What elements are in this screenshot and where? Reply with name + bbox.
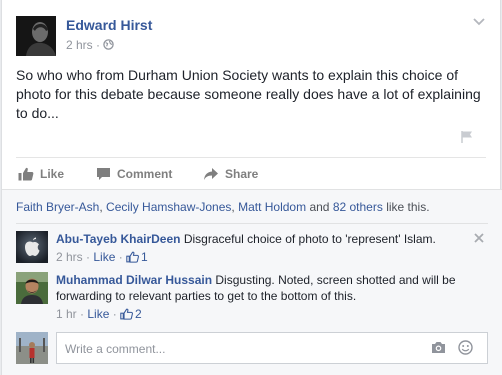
thumbs-up-icon — [18, 167, 34, 181]
comment-composer: Write a comment... — [16, 332, 488, 366]
author-name[interactable]: Edward Hirst — [66, 17, 152, 33]
likes-suffix: like this. — [382, 200, 430, 214]
comment-label: Comment — [117, 167, 173, 181]
viewer-avatar[interactable] — [16, 332, 48, 364]
post-meta: 2 hrs · — [66, 38, 115, 52]
share-button[interactable]: Share — [203, 166, 258, 182]
thumbs-up-icon — [126, 251, 139, 263]
speech-bubble-icon — [97, 168, 110, 180]
camera-icon[interactable] — [431, 341, 446, 354]
emoji-icon[interactable] — [458, 340, 473, 355]
liker-name[interactable]: Cecily Hamshaw-Jones — [106, 200, 231, 214]
comment-body: Abu-Tayeb KhairDeen Disgraceful choice o… — [56, 231, 476, 265]
chevron-down-icon[interactable] — [472, 16, 486, 28]
meta-separator: · — [96, 38, 101, 52]
comment-like-count[interactable]: 2 — [135, 306, 142, 322]
post-time[interactable]: 2 hrs — [66, 38, 93, 52]
thumbs-up-icon — [120, 308, 133, 320]
divider — [16, 223, 488, 224]
likes-summary: Faith Bryer-Ash, Cecily Hamshaw-Jones, M… — [16, 200, 430, 214]
commenter-avatar[interactable] — [16, 231, 48, 263]
comment-meta: 1 hr · Like · 2 — [56, 306, 142, 322]
comment-meta: 2 hrs · Like · 1 — [56, 249, 148, 265]
comment-like-link[interactable]: Like — [93, 249, 115, 265]
comment-time[interactable]: 1 hr — [56, 306, 77, 322]
share-label: Share — [225, 167, 259, 181]
post-text: So who who from Durham Union Society wan… — [16, 67, 481, 121]
commenter-avatar[interactable] — [16, 272, 48, 304]
likes-and: and — [306, 200, 333, 214]
liker-name[interactable]: Matt Holdom — [238, 200, 306, 214]
likes-others-link[interactable]: 82 others — [333, 200, 383, 214]
comment-like-link[interactable]: Like — [87, 306, 109, 322]
share-arrow-icon — [204, 168, 218, 180]
audience-globe-icon[interactable] — [103, 39, 115, 50]
post-card: Edward Hirst 2 hrs · So who who from Dur… — [1, 0, 502, 375]
liker-name[interactable]: Faith Bryer-Ash — [16, 200, 99, 214]
comment-time[interactable]: 2 hrs — [56, 249, 83, 265]
comment-body: Muhammad Dilwar Hussain Disgusting. Note… — [56, 272, 476, 322]
like-button[interactable]: Like — [18, 166, 64, 182]
commenter-name[interactable]: Muhammad Dilwar Hussain — [56, 273, 212, 287]
comment-input[interactable]: Write a comment... — [56, 332, 488, 364]
close-icon[interactable] — [474, 233, 484, 243]
flag-icon[interactable] — [460, 130, 474, 144]
feedback-section: Faith Bryer-Ash, Cecily Hamshaw-Jones, M… — [2, 189, 502, 375]
comment-like-count[interactable]: 1 — [141, 249, 148, 265]
author-avatar[interactable] — [16, 16, 56, 56]
comment-button[interactable]: Comment — [96, 166, 172, 182]
commenter-name[interactable]: Abu-Tayeb KhairDeen — [56, 232, 180, 246]
comment-text: Disgraceful choice of photo to 'represen… — [183, 232, 436, 246]
action-bar: Like Comment Share — [16, 157, 486, 189]
comment-placeholder: Write a comment... — [65, 342, 166, 356]
like-label: Like — [40, 167, 65, 181]
post-header: Edward Hirst 2 hrs · — [16, 12, 486, 56]
